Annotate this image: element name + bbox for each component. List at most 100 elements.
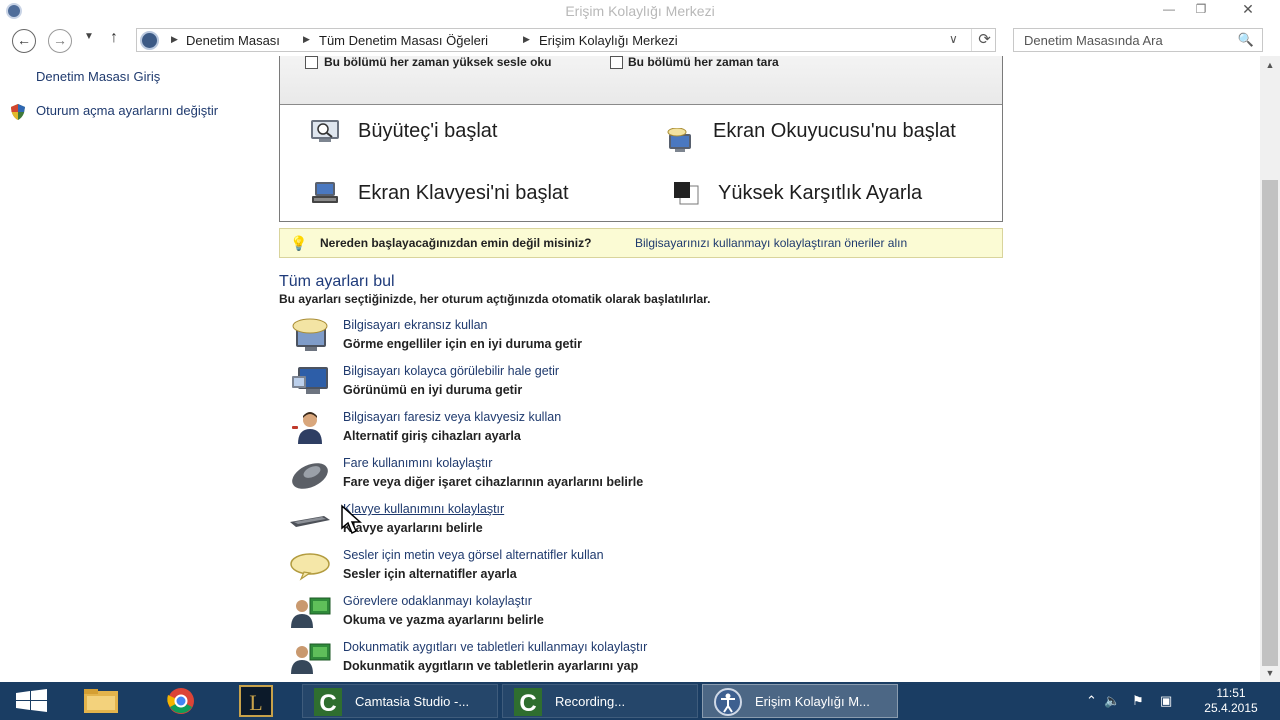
on-screen-keyboard-icon[interactable] bbox=[310, 180, 340, 206]
volume-icon[interactable]: 🔈 bbox=[1104, 693, 1120, 709]
scroll-thumb[interactable] bbox=[1262, 180, 1278, 666]
sidebar-control-panel-home[interactable]: Denetim Masası Giriş bbox=[36, 69, 160, 84]
address-bar[interactable]: ▶ Denetim Masası ▶ Tüm Denetim Masası Öğ… bbox=[136, 28, 996, 52]
sidebar-change-logon-settings[interactable]: Oturum açma ayarlarını değiştir bbox=[36, 103, 226, 118]
keyboard-icon bbox=[290, 516, 330, 527]
recent-locations-button[interactable]: ▼ bbox=[84, 31, 94, 42]
forward-button[interactable]: → bbox=[48, 29, 72, 53]
setting-item[interactable]: Bilgisayarı ekransız kullan Görme engell… bbox=[288, 318, 988, 358]
set-high-contrast-link[interactable]: Yüksek Karşıtlık Ayarla bbox=[718, 180, 922, 206]
setting-link-easier-to-see[interactable]: Bilgisayarı kolayca görülebilir hale get… bbox=[343, 364, 559, 378]
taskbar-item-recording[interactable]: C Recording... bbox=[502, 684, 698, 718]
breadcrumb-control-panel[interactable]: Denetim Masası bbox=[186, 33, 280, 48]
start-narrator-link[interactable]: Ekran Okuyucusu'nu başlat bbox=[713, 118, 973, 144]
taskbar-item-camtasia-studio[interactable]: C Camtasia Studio -... bbox=[302, 684, 498, 718]
monitor-visual-icon bbox=[292, 367, 328, 394]
title-bar[interactable]: Erişim Kolaylığı Merkezi — ❐ ✕ bbox=[0, 0, 1280, 22]
file-explorer-icon[interactable] bbox=[80, 685, 122, 717]
clock-time: 11:51 bbox=[1216, 686, 1246, 700]
navigation-bar: ← → ▼ ↑ ▶ Denetim Masası ▶ Tüm Denetim M… bbox=[0, 24, 1280, 56]
svg-text:L: L bbox=[249, 690, 262, 715]
checkbox-always-read-label[interactable]: Bu bölümü her zaman yüksek sesle oku bbox=[324, 56, 574, 69]
setting-link-no-mouse-keyboard[interactable]: Bilgisayarı faresiz veya klavyesiz kulla… bbox=[343, 410, 561, 424]
league-of-legends-icon[interactable]: L bbox=[236, 685, 276, 717]
camtasia-recorder-icon: C bbox=[514, 688, 542, 717]
setting-link-no-display[interactable]: Bilgisayarı ekransız kullan bbox=[343, 318, 488, 332]
taskbar-item-ease-of-access[interactable]: Erişim Kolaylığı M... bbox=[702, 684, 898, 718]
minimize-button[interactable]: — bbox=[1154, 0, 1184, 20]
tray-overflow-icon[interactable]: ⌃ bbox=[1086, 693, 1097, 709]
section-heading: Tüm ayarları bul bbox=[279, 273, 395, 290]
setting-desc: Klavye ayarlarını belirle bbox=[343, 521, 483, 535]
setting-item[interactable]: Dokunmatik aygıtları ve tabletleri kulla… bbox=[288, 640, 988, 680]
recommendations-link[interactable]: Bilgisayarınızı kullanmayı kolaylaştıran… bbox=[635, 236, 907, 250]
quick-access-panel: Bu bölümü her zaman yüksek sesle oku Bu … bbox=[279, 56, 1003, 222]
breadcrumb-separator[interactable]: ▶ bbox=[171, 34, 178, 45]
tip-question: Nereden başlayacağınızdan emin değil mis… bbox=[320, 236, 592, 250]
taskbar-item-label: Erişim Kolaylığı M... bbox=[755, 694, 870, 709]
setting-item[interactable]: Görevlere odaklanmayı kolaylaştır Okuma … bbox=[288, 594, 988, 634]
lightbulb-icon: 💡 bbox=[290, 235, 308, 251]
scroll-up-icon[interactable]: ▲ bbox=[1260, 56, 1280, 74]
checkbox-always-scan-label[interactable]: Bu bölümü her zaman tara bbox=[628, 56, 779, 69]
control-panel-window: Erişim Kolaylığı Merkezi — ❐ ✕ ← → ▼ ↑ ▶… bbox=[0, 0, 1280, 682]
checkbox-always-scan[interactable] bbox=[610, 56, 623, 69]
maximize-button[interactable]: ❐ bbox=[1186, 0, 1216, 20]
section-description: Bu ayarları seçtiğinizde, her oturum açt… bbox=[279, 292, 711, 306]
address-dropdown-icon[interactable]: ∨ bbox=[949, 32, 958, 46]
ease-of-access-icon bbox=[714, 688, 742, 716]
camtasia-icon: C bbox=[314, 688, 342, 717]
setting-link-touch-tablet[interactable]: Dokunmatik aygıtları ve tabletleri kulla… bbox=[343, 640, 647, 654]
setting-desc: Sesler için alternatifler ayarla bbox=[343, 567, 517, 581]
setting-desc: Okuma ve yazma ayarlarını belirle bbox=[343, 613, 544, 627]
search-input[interactable]: Denetim Masasında Ara bbox=[1024, 33, 1163, 48]
high-contrast-icon[interactable] bbox=[672, 180, 702, 206]
scroll-down-icon[interactable]: ▼ bbox=[1260, 664, 1280, 682]
quick-access-options-band: Bu bölümü her zaman yüksek sesle oku Bu … bbox=[280, 56, 1002, 105]
taskbar: L C Camtasia Studio -... C Recording... … bbox=[0, 682, 1280, 720]
back-button[interactable]: ← bbox=[12, 29, 36, 53]
refresh-icon[interactable]: ⟳ bbox=[971, 29, 997, 51]
setting-item[interactable]: Klavye kullanımını kolaylaştır Klavye ay… bbox=[288, 502, 988, 542]
breadcrumb-ease-of-access[interactable]: Erişim Kolaylığı Merkezi bbox=[539, 33, 678, 48]
system-clock[interactable]: 11:51 25.4.2015 bbox=[1195, 686, 1267, 716]
network-icon[interactable]: ▣ bbox=[1160, 693, 1172, 709]
setting-link-keyboard[interactable]: Klavye kullanımını kolaylaştır bbox=[343, 502, 504, 516]
chrome-icon[interactable] bbox=[160, 685, 202, 717]
shield-icon bbox=[11, 104, 25, 120]
mouse-cursor-icon bbox=[341, 504, 362, 535]
monitor-sound-icon bbox=[292, 318, 328, 351]
clock-date: 25.4.2015 bbox=[1204, 701, 1258, 715]
main-content: Bu bölümü her zaman yüksek sesle oku Bu … bbox=[270, 56, 1260, 682]
start-button[interactable] bbox=[0, 685, 62, 717]
search-box[interactable]: Denetim Masasında Ara 🔍 bbox=[1013, 28, 1263, 52]
tip-banner: 💡 Nereden başlayacağınızdan emin değil m… bbox=[279, 228, 1003, 258]
action-center-flag-icon[interactable]: ⚑ bbox=[1132, 693, 1144, 709]
up-button[interactable]: ↑ bbox=[110, 29, 118, 47]
setting-desc: Görünümü en iyi duruma getir bbox=[343, 383, 523, 397]
start-on-screen-keyboard-link[interactable]: Ekran Klavyesi'ni başlat bbox=[358, 180, 569, 206]
setting-desc: Fare veya diğer işaret cihazlarının ayar… bbox=[343, 475, 644, 489]
setting-item[interactable]: Bilgisayarı kolayca görülebilir hale get… bbox=[288, 364, 988, 404]
start-magnifier-link[interactable]: Büyüteç'i başlat bbox=[358, 118, 497, 144]
breadcrumb-separator[interactable]: ▶ bbox=[303, 34, 310, 45]
person-screen-icon bbox=[291, 597, 331, 628]
close-button[interactable]: ✕ bbox=[1222, 0, 1274, 20]
control-panel-icon bbox=[140, 31, 159, 50]
checkbox-always-read[interactable] bbox=[305, 56, 318, 69]
setting-item[interactable]: Fare kullanımını kolaylaştır Fare veya d… bbox=[288, 456, 988, 496]
setting-link-mouse[interactable]: Fare kullanımını kolaylaştır bbox=[343, 456, 492, 470]
vertical-scrollbar[interactable]: ▲ ▼ bbox=[1260, 56, 1280, 682]
breadcrumb-separator[interactable]: ▶ bbox=[523, 34, 530, 45]
search-icon[interactable]: 🔍 bbox=[1238, 32, 1254, 48]
setting-item[interactable]: Sesler için metin veya görsel alternatif… bbox=[288, 548, 988, 588]
window-title: Erişim Kolaylığı Merkezi bbox=[565, 3, 715, 19]
svg-text:C: C bbox=[519, 690, 536, 717]
setting-link-focus-tasks[interactable]: Görevlere odaklanmayı kolaylaştır bbox=[343, 594, 532, 608]
setting-item[interactable]: Bilgisayarı faresiz veya klavyesiz kulla… bbox=[288, 410, 988, 450]
magnifier-icon[interactable] bbox=[310, 118, 340, 144]
narrator-icon[interactable] bbox=[665, 128, 695, 154]
setting-desc: Dokunmatik aygıtların ve tabletlerin aya… bbox=[343, 659, 639, 673]
breadcrumb-all-items[interactable]: Tüm Denetim Masası Öğeleri bbox=[319, 33, 488, 48]
setting-link-sound-alternatives[interactable]: Sesler için metin veya görsel alternatif… bbox=[343, 548, 604, 562]
